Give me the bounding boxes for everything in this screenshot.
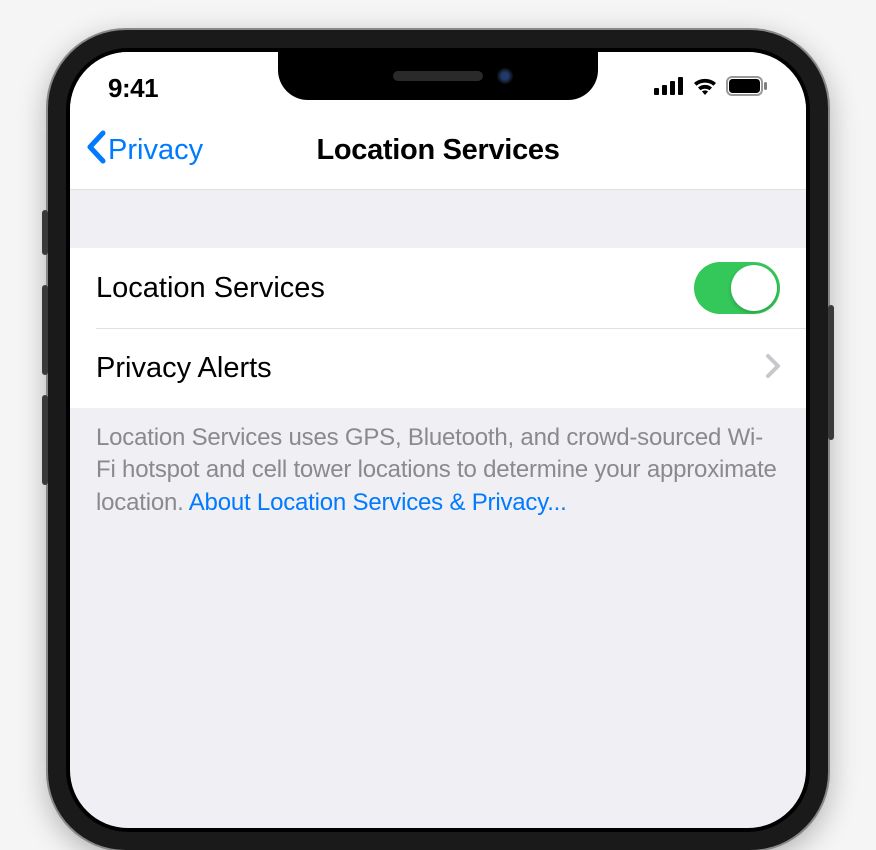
notch xyxy=(278,52,598,100)
chevron-left-icon xyxy=(86,130,106,172)
section-spacer xyxy=(70,190,806,248)
about-location-link[interactable]: About Location Services & Privacy... xyxy=(189,489,567,516)
status-time: 9:41 xyxy=(108,73,158,104)
privacy-alerts-label: Privacy Alerts xyxy=(96,352,272,385)
phone-frame: 9:41 xyxy=(48,30,828,850)
wifi-icon xyxy=(692,76,718,101)
phone-inner: 9:41 xyxy=(66,48,810,832)
back-label: Privacy xyxy=(108,134,203,167)
toggle-knob xyxy=(731,265,777,311)
front-camera xyxy=(497,68,513,84)
location-services-row[interactable]: Location Services xyxy=(70,248,806,328)
status-icons xyxy=(654,76,768,101)
battery-icon xyxy=(726,76,768,101)
mute-switch[interactable] xyxy=(42,210,48,255)
settings-list: Location Services Privacy Alerts xyxy=(70,248,806,408)
speaker xyxy=(393,71,483,81)
privacy-alerts-row[interactable]: Privacy Alerts xyxy=(96,328,806,408)
volume-up-button[interactable] xyxy=(42,285,48,375)
back-button[interactable]: Privacy xyxy=(86,130,203,172)
cellular-icon xyxy=(654,77,684,100)
footer-description: Location Services uses GPS, Bluetooth, a… xyxy=(70,408,806,539)
volume-down-button[interactable] xyxy=(42,395,48,485)
page-title: Location Services xyxy=(316,134,559,167)
location-services-label: Location Services xyxy=(96,272,325,305)
location-services-toggle[interactable] xyxy=(694,262,780,314)
chevron-right-icon xyxy=(766,354,780,383)
nav-bar: Privacy Location Services xyxy=(70,112,806,190)
power-button[interactable] xyxy=(828,305,834,440)
screen: 9:41 xyxy=(70,52,806,828)
